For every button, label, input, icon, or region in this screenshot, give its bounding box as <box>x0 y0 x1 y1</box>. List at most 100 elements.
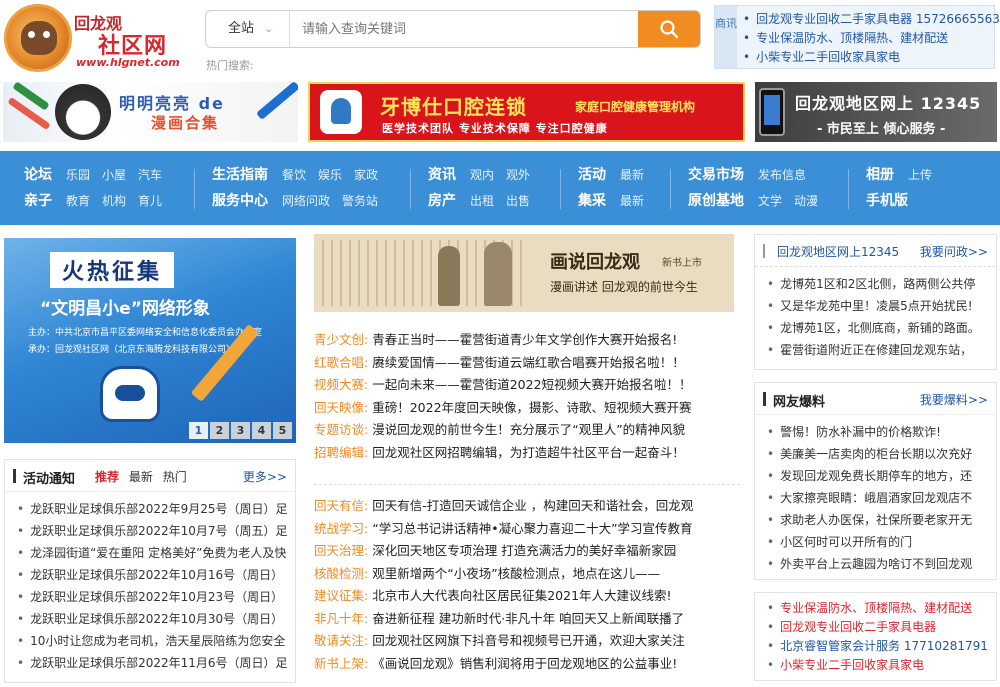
news-item[interactable]: 统战学习: “学习总书记讲话精神•凝心聚力喜迎二十大”学习宣传教育 <box>314 518 740 541</box>
news-item[interactable]: 视频大赛: 一起向未来——霍营街道2022短视频大赛开始报名啦！！ <box>314 374 740 397</box>
nav-main-link[interactable]: 集采 <box>578 193 606 209</box>
promo-carousel[interactable]: 火热征集 “文明昌小e”网络形象 主办：中共北京市昌平区委网络安全和信息化委员会… <box>4 238 296 443</box>
nav-main-link[interactable]: 生活指南 <box>212 167 268 183</box>
nav-main-link[interactable]: 活动 <box>578 167 606 183</box>
news-item[interactable]: 核酸检测: 观里新增两个“小夜场”核酸检测点，地点在这儿—— <box>314 563 740 586</box>
news-category[interactable]: 统战学习: <box>314 521 368 536</box>
nav-sub-link[interactable]: 餐饮 <box>282 168 306 182</box>
news-headline[interactable]: 观里新增两个“小夜场”核酸检测点，地点在这儿—— <box>372 566 660 581</box>
event-item[interactable]: 10小时让您成为老司机，浩天星辰陪练为您安全 <box>17 630 287 652</box>
news-headline[interactable]: “学习总书记讲话精神•凝心聚力喜迎二十大”学习宣传教育 <box>372 521 692 536</box>
carousel-page-5[interactable]: 5 <box>273 422 292 439</box>
event-item[interactable]: 龙泽园街道“爱在重阳 定格美好”免费为老人及快 <box>17 542 287 564</box>
nav-sub-link[interactable]: 教育 <box>66 194 90 208</box>
search-scope-select[interactable]: 全站 ⌄ <box>206 11 290 47</box>
nav-sub-link[interactable]: 动漫 <box>794 194 818 208</box>
news-headline[interactable]: 青春正当时——霍营街道青少年文学创作大赛开始报名! <box>372 332 677 347</box>
news-headline[interactable]: 北京市人大代表向社区居民征集2021年人大建议线索! <box>372 588 671 603</box>
event-item[interactable]: 龙跃职业足球俱乐部2022年10月23号（周日） <box>17 586 287 608</box>
news-item[interactable]: 招聘编辑: 回龙观社区网招聘编辑，为打造超牛社区平台一起奋斗！ <box>314 442 740 465</box>
nav-sub-link[interactable]: 文学 <box>758 194 782 208</box>
news-headline[interactable]: 深化回天地区专项治理 打造充满活力的美好幸福新家园 <box>372 543 676 558</box>
nav-sub-link[interactable]: 出租 <box>470 194 494 208</box>
news-category[interactable]: 专题访谈: <box>314 422 368 437</box>
news-category[interactable]: 回天治理: <box>314 543 368 558</box>
ad-item[interactable]: 小柴专业二手回收家具家电 <box>767 656 988 675</box>
nav-sub-link[interactable]: 育儿 <box>138 194 162 208</box>
nav-main-link[interactable]: 房产 <box>428 193 456 209</box>
news-headline[interactable]: 一起向未来——霍营街道2022短视频大赛开始报名啦！！ <box>372 377 691 392</box>
news-headline[interactable]: 回天有信-打造回天诚信企业 ，构建回天和谐社会，回龙观 <box>372 498 693 513</box>
news-item[interactable]: 青少文创: 青春正当时——霍营街道青少年文学创作大赛开始报名! <box>314 329 740 352</box>
nav-sub-link[interactable]: 最新 <box>620 194 644 208</box>
search-button[interactable] <box>638 11 700 47</box>
news-headline[interactable]: 奋进新征程 建功新时代·非凡十年 咱回天又上新闻联播了 <box>372 611 684 626</box>
nav-main-link[interactable]: 亲子 <box>24 193 52 209</box>
report-item[interactable]: 求助老人办医保，社保所要老家开无 <box>767 509 993 531</box>
news-item[interactable]: 回天有信: 回天有信-打造回天诚信企业 ，构建回天和谐社会，回龙观 <box>314 495 740 518</box>
report-item[interactable]: 外卖平台上云趣园为啥订不到回龙观 <box>767 553 993 575</box>
ad-item[interactable]: 专业保温防水、顶楼隔热、建材配送 <box>767 599 988 618</box>
hotline-item[interactable]: 霍营街道附近正在修建回龙观东站， <box>767 339 993 361</box>
news-item[interactable]: 建议征集: 北京市人大代表向社区居民征集2021年人大建议线索! <box>314 585 740 608</box>
news-item[interactable]: 新书上架: 《画说回龙观》销售利润将用于回龙观地区的公益事业! <box>314 653 740 676</box>
news-category[interactable]: 建议征集: <box>314 588 368 603</box>
book-banner[interactable]: 画说回龙观 新书上市 漫画讲述 回龙观的前世今生 <box>314 234 734 312</box>
nav-main-link[interactable]: 交易市场 <box>688 167 744 183</box>
ask-government-link[interactable]: 我要问政>> <box>920 243 988 260</box>
news-headline[interactable]: 赓续爱国情——霍营街道云端红歌合唱赛开始报名啦！！ <box>372 355 685 370</box>
nav-sub-link[interactable]: 上传 <box>908 168 932 182</box>
nav-sub-link[interactable]: 家政 <box>354 168 378 182</box>
news-headline[interactable]: 回龙观社区网招聘编辑，为打造超牛社区平台一起奋斗！ <box>372 445 685 460</box>
news-item[interactable]: 专题访谈: 漫说回龙观的前世今生！充分展示了“观里人”的精神风貌 <box>314 419 740 442</box>
nav-sub-link[interactable]: 小屋 <box>102 168 126 182</box>
hotline-item[interactable]: 龙博苑1区和2区北侧，路两侧公共停 <box>767 273 993 295</box>
news-item[interactable]: 回天治理: 深化回天地区专项治理 打造充满活力的美好幸福新家园 <box>314 540 740 563</box>
nav-main-link[interactable]: 服务中心 <box>212 193 268 209</box>
report-item[interactable]: 大家擦亮眼睛：峨眉酒家回龙观店不 <box>767 487 993 509</box>
submit-report-link[interactable]: 我要爆料>> <box>920 391 988 408</box>
news-headline[interactable]: 《画说回龙观》销售利润将用于回龙观地区的公益事业! <box>372 656 677 671</box>
nav-sub-link[interactable]: 发布信息 <box>758 168 806 182</box>
business-item[interactable]: 专业保温防水、顶楼隔热、建材配送 <box>743 29 1000 48</box>
nav-sub-link[interactable]: 娱乐 <box>318 168 342 182</box>
news-item[interactable]: 红歌合唱: 赓续爱国情——霍营街道云端红歌合唱赛开始报名啦！！ <box>314 352 740 375</box>
news-category[interactable]: 新书上架: <box>314 656 368 671</box>
tab-latest[interactable]: 最新 <box>129 470 153 484</box>
tab-recommended[interactable]: 推荐 <box>95 470 119 484</box>
ad-item[interactable]: 回龙观专业回收二手家具电器 <box>767 618 988 637</box>
report-item[interactable]: 小区何时可以开所有的门 <box>767 531 993 553</box>
nav-main-link[interactable]: 手机版 <box>866 193 908 209</box>
carousel-page-1[interactable]: 1 <box>189 422 208 439</box>
events-more-link[interactable]: 更多>> <box>243 468 287 485</box>
event-item[interactable]: 龙跃职业足球俱乐部2022年10月30号（周日） <box>17 608 287 630</box>
nav-sub-link[interactable]: 观内 <box>470 168 494 182</box>
news-category[interactable]: 核酸检测: <box>314 566 368 581</box>
news-category[interactable]: 回天有信: <box>314 498 368 513</box>
banner-12345-hotline[interactable]: 回龙观地区网上 12345 - 市民至上 倾心服务 - <box>755 82 997 142</box>
news-headline[interactable]: 重磅！2022年度回天映像，摄影、诗歌、短视频大赛开赛 <box>372 400 691 415</box>
tab-hot[interactable]: 热门 <box>163 470 187 484</box>
nav-sub-link[interactable]: 警务站 <box>342 194 378 208</box>
carousel-page-2[interactable]: 2 <box>210 422 229 439</box>
news-item[interactable]: 非凡十年: 奋进新征程 建功新时代·非凡十年 咱回天又上新闻联播了 <box>314 608 740 631</box>
nav-sub-link[interactable]: 出售 <box>506 194 530 208</box>
nav-sub-link[interactable]: 汽车 <box>138 168 162 182</box>
nav-sub-link[interactable]: 最新 <box>620 168 644 182</box>
search-input[interactable] <box>290 11 640 47</box>
event-item[interactable]: 龙跃职业足球俱乐部2022年10月7号（周五）足 <box>17 520 287 542</box>
business-item[interactable]: 回龙观专业回收二手家具电器 15726665563 <box>743 10 1000 29</box>
carousel-page-3[interactable]: 3 <box>231 422 250 439</box>
business-item[interactable]: 小柴专业二手回收家具家电 <box>743 48 1000 67</box>
report-item[interactable]: 警惕！防水补漏中的价格欺诈! <box>767 421 993 443</box>
news-category[interactable]: 回天映像: <box>314 400 368 415</box>
nav-main-link[interactable]: 相册 <box>866 167 894 183</box>
news-category[interactable]: 非凡十年: <box>314 611 368 626</box>
event-item[interactable]: 龙跃职业足球俱乐部2022年11月6号（周日）足 <box>17 652 287 674</box>
hotline-item[interactable]: 龙博苑1区，北侧底商，新铺的路面。 <box>767 317 993 339</box>
news-category[interactable]: 敬请关注: <box>314 633 368 648</box>
news-category[interactable]: 青少文创: <box>314 332 368 347</box>
nav-sub-link[interactable]: 网络问政 <box>282 194 330 208</box>
report-item[interactable]: 美廉美一店卖肉的柜台长期以次充好 <box>767 443 993 465</box>
nav-main-link[interactable]: 原创基地 <box>688 193 744 209</box>
